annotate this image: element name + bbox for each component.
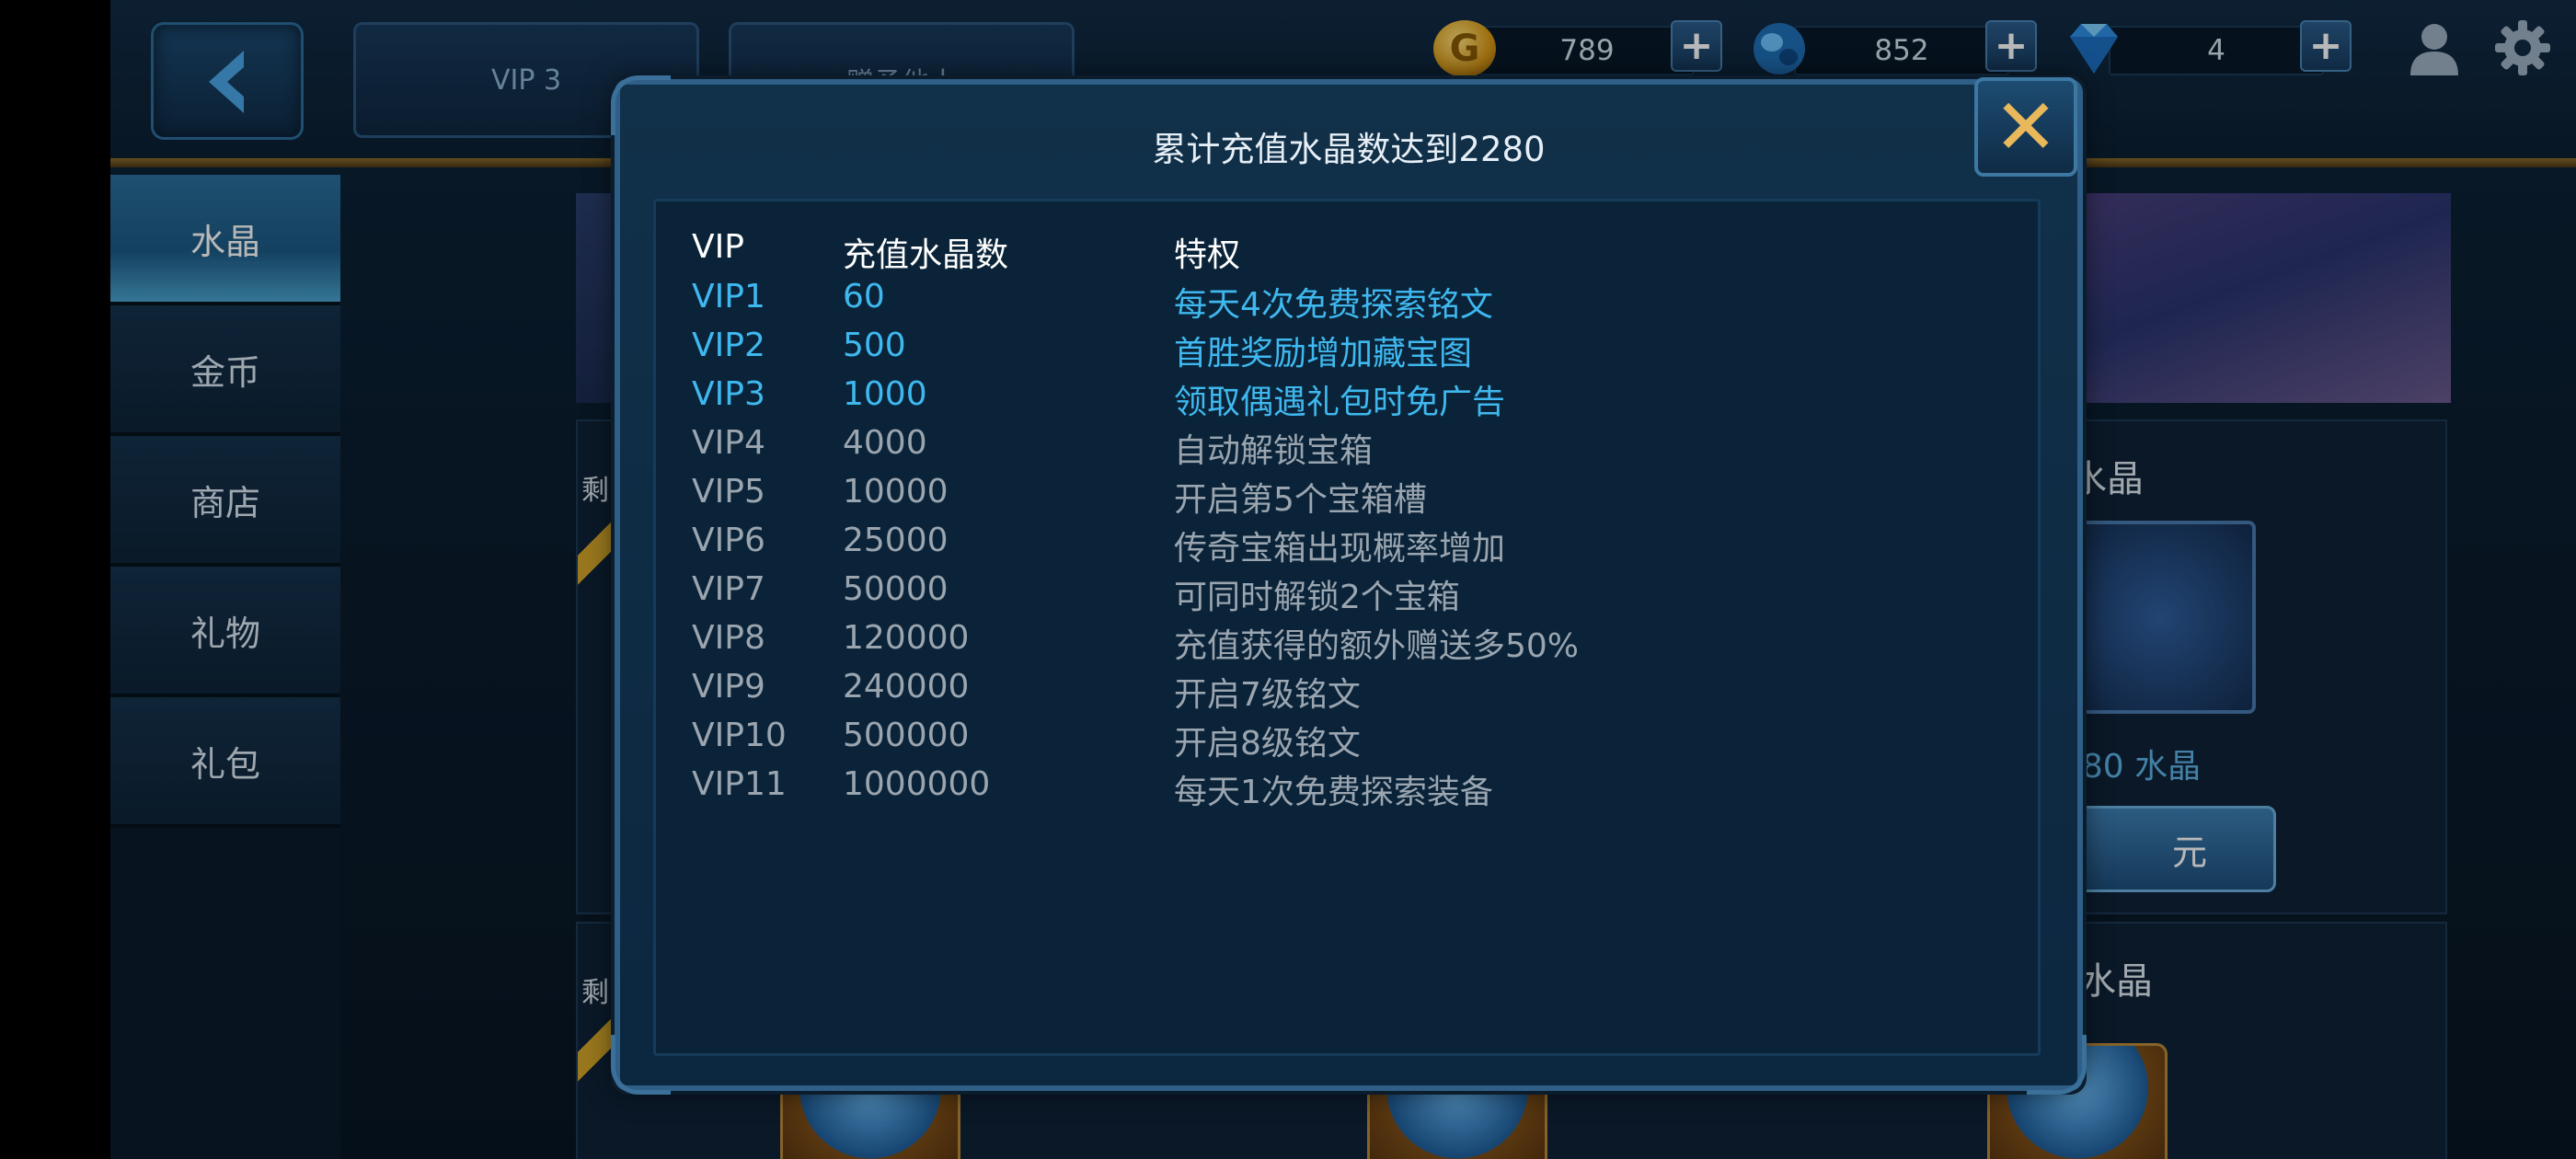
close-icon: ✕ xyxy=(1993,82,2059,172)
crystal-amount: 500000 xyxy=(843,717,970,754)
crystal-amount: 1000000 xyxy=(843,765,991,803)
vip-level: VIP7 xyxy=(692,570,765,608)
privilege-text: 首胜奖励增加藏宝图 xyxy=(1174,335,1473,373)
crystal-amount: 120000 xyxy=(843,619,970,657)
crystal-amount: 10000 xyxy=(843,473,949,511)
header-privilege: 特权 xyxy=(1174,236,1241,274)
privilege-text: 每天1次免费探索装备 xyxy=(1174,774,1493,811)
vip-privilege-dialog: 累计充值水晶数达到2280 ✕ VIP 充值水晶数 特权 VIP1 60 每天4次免… xyxy=(611,75,2087,1095)
crystal-amount: 25000 xyxy=(843,522,949,559)
vip-level: VIP8 xyxy=(692,619,765,657)
vip-level: VIP9 xyxy=(692,668,765,706)
vip-level: VIP5 xyxy=(692,473,765,511)
vip-level: VIP10 xyxy=(692,717,787,754)
privilege-text: 每天4次免费探索铭文 xyxy=(1174,286,1493,324)
vip-level: VIP3 xyxy=(692,375,765,413)
header-amount: 充值水晶数 xyxy=(843,236,1009,274)
crystal-amount: 240000 xyxy=(843,668,970,706)
vip-level: VIP11 xyxy=(692,765,787,803)
header-vip: VIP xyxy=(692,228,744,266)
privilege-text: 可同时解锁2个宝箱 xyxy=(1174,579,1460,616)
privilege-text: 开启7级铭文 xyxy=(1174,676,1361,714)
privilege-text: 自动解锁宝箱 xyxy=(1174,432,1374,470)
close-button[interactable]: ✕ xyxy=(1974,77,2077,177)
crystal-amount: 4000 xyxy=(843,424,927,462)
privilege-text: 领取偶遇礼包时免广告 xyxy=(1174,384,1506,421)
vip-level: VIP6 xyxy=(692,522,765,559)
vip-level: VIP1 xyxy=(692,278,765,316)
crystal-amount: 50000 xyxy=(843,570,949,608)
vip-level: VIP4 xyxy=(692,424,765,462)
crystal-amount: 60 xyxy=(843,278,885,316)
privilege-text: 充值获得的额外赠送多50% xyxy=(1174,627,1580,665)
privilege-text: 开启第5个宝箱槽 xyxy=(1174,481,1427,519)
crystal-amount: 1000 xyxy=(843,375,927,413)
privilege-text: 传奇宝箱出现概率增加 xyxy=(1174,530,1506,568)
vip-level: VIP2 xyxy=(692,327,765,364)
crystal-amount: 500 xyxy=(843,327,906,364)
privilege-text: 开启8级铭文 xyxy=(1174,725,1361,763)
dialog-title: 累计充值水晶数达到2280 xyxy=(1152,130,1546,169)
